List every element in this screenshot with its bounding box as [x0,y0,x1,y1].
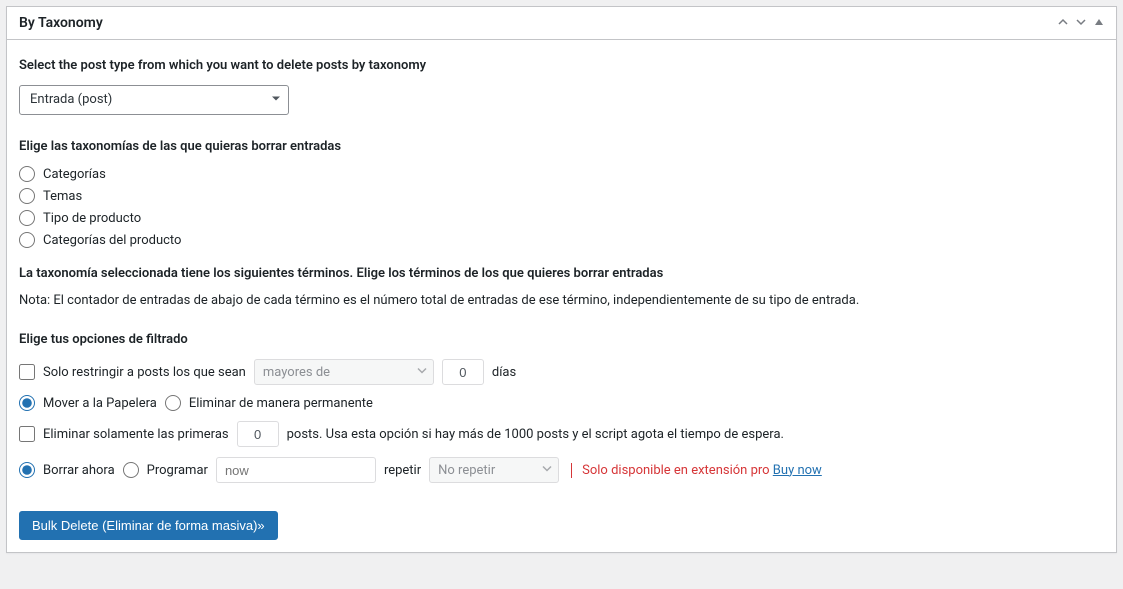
panel-header: By Taxonomy [7,7,1116,40]
delete-permanent-radio[interactable] [165,395,181,411]
schedule-row: Borrar ahora Programar repetir No repeti… [19,457,1104,483]
delete-now-radio[interactable] [19,462,35,478]
panel-body: Select the post type from which you want… [7,40,1116,552]
limit-label: Eliminar solamente las primeras [43,427,229,442]
taxonomy-option-label: Categorías [43,167,106,182]
taxonomies-label: Elige las taxonomías de las que quieras … [19,139,1104,154]
toggle-collapse-icon[interactable] [1094,15,1104,31]
taxonomy-radio-categorias-producto[interactable] [19,232,35,248]
taxonomy-option: Temas [19,188,1104,204]
restrict-age-checkbox[interactable] [19,364,35,380]
taxonomy-radio-list: Categorías Temas Tipo de producto Catego… [19,166,1104,248]
schedule-radio[interactable] [123,462,139,478]
repeat-label: repetir [384,463,421,478]
pro-separator: Solo disponible en extensión pro Buy now [571,463,822,478]
post-type-select[interactable]: Entrada (post) [19,85,289,115]
taxonomy-option: Categorías [19,166,1104,182]
taxonomy-radio-categorias[interactable] [19,166,35,182]
terms-note: Nota: El contador de entradas de abajo d… [19,293,1104,308]
move-down-icon[interactable] [1076,15,1086,31]
move-trash-radio[interactable] [19,395,35,411]
bulk-delete-button[interactable]: Bulk Delete (Eliminar de forma masiva)» [19,511,278,540]
taxonomy-radio-temas[interactable] [19,188,35,204]
post-type-selected-value: Entrada (post) [19,85,289,115]
age-unit-label: días [492,365,516,380]
schedule-label: Programar [147,463,208,478]
repeat-select-value: No repetir [438,463,495,478]
delete-mode-row: Mover a la Papelera Eliminar de manera p… [19,395,1104,411]
pro-only-text: Solo disponible en extensión pro [582,463,769,478]
buy-now-link[interactable]: Buy now [773,463,822,478]
restrict-age-label: Solo restringir a posts los que sean [43,365,246,380]
limit-row: Eliminar solamente las primeras posts. U… [19,421,1104,447]
by-taxonomy-panel: By Taxonomy Select the post type from wh… [6,6,1117,553]
delete-permanent-label: Eliminar de manera permanente [189,396,373,411]
filters-label: Elige tus opciones de filtrado [19,332,1104,347]
limit-checkbox[interactable] [19,426,35,442]
restrict-age-row: Solo restringir a posts los que sean may… [19,359,1104,385]
taxonomy-option-label: Tipo de producto [43,211,141,226]
age-value-input[interactable] [442,359,484,385]
chevron-down-icon [417,365,427,380]
taxonomy-option: Categorías del producto [19,232,1104,248]
age-comparison-select[interactable]: mayores de [254,359,434,385]
limit-value-input[interactable] [237,421,279,447]
terms-label: La taxonomía seleccionada tiene los sigu… [19,266,1104,281]
taxonomy-option-label: Categorías del producto [43,233,181,248]
taxonomy-radio-tipo-producto[interactable] [19,210,35,226]
limit-suffix-label: posts. Usa esta opción si hay más de 100… [287,427,784,442]
schedule-time-input[interactable] [216,457,376,483]
chevron-down-icon [542,463,552,478]
delete-now-label: Borrar ahora [43,463,115,478]
repeat-select[interactable]: No repetir [429,457,559,483]
age-comparison-value: mayores de [263,365,330,380]
taxonomy-option: Tipo de producto [19,210,1104,226]
move-trash-label: Mover a la Papelera [43,396,157,411]
panel-controls [1058,15,1104,31]
panel-title: By Taxonomy [19,15,103,31]
move-up-icon[interactable] [1058,15,1068,31]
post-type-label: Select the post type from which you want… [19,58,1104,73]
taxonomy-option-label: Temas [43,189,82,204]
